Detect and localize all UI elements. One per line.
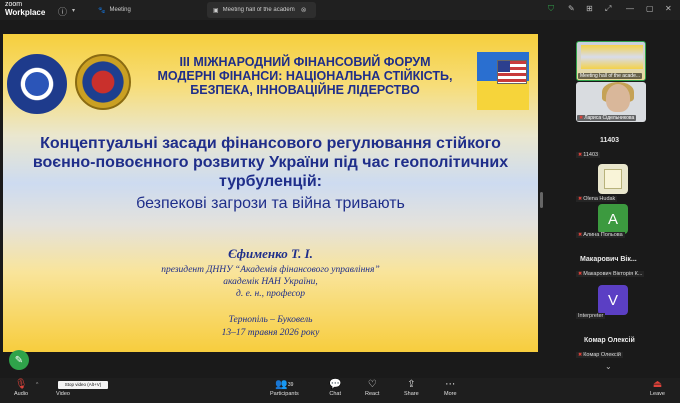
- scroll-down-chevron-icon[interactable]: ⌄: [605, 362, 612, 371]
- info-icon[interactable]: ⓘ: [58, 5, 67, 18]
- author-info-line2: академік НАН України,: [223, 277, 318, 287]
- muted-mic-icon: ✖: [578, 152, 583, 158]
- participant-label: ✖Комар Олексій: [576, 352, 623, 358]
- people-icon: 👥39: [275, 379, 294, 390]
- author-info: президент ДННУ “Академія фінансового упр…: [11, 264, 530, 300]
- academy-emblem-logo: [75, 54, 131, 110]
- presentation-title: Концептуальні засади фінансового регулюв…: [11, 134, 530, 191]
- flags-logo: [477, 52, 529, 110]
- share-label: Share: [404, 391, 419, 397]
- event-place-date: Тернопіль – Буковель 13–17 травня 2026 р…: [11, 314, 530, 340]
- participant-label: ✖Алина Польова: [576, 232, 625, 238]
- muted-mic-icon: 🎙: [14, 379, 28, 390]
- tab-label: Meeting: [109, 7, 131, 13]
- zoom-window: zoom Workplace ⓘ ▾ 🐾 Meeting ▣ Meeting h…: [0, 0, 680, 403]
- react-label: React: [365, 391, 380, 397]
- author-info-line3: д. е. н., професор: [236, 289, 305, 299]
- view-icon[interactable]: ⊞: [586, 4, 593, 13]
- video-thumb-speaker[interactable]: ✖Лариса Сідельникова: [576, 82, 646, 122]
- title-line1: Концептуальні засади фінансового регулюв…: [40, 135, 501, 152]
- shared-screen-slide: ІІІ МІЖНАРОДНИЙ ФІНАНСОВИЙ ФОРУМ МОДЕРНІ…: [3, 34, 538, 352]
- title-line3: турбуленцій:: [218, 173, 322, 190]
- forum-title-line2: МОДЕРНІ ФІНАНСИ: НАЦІОНАЛЬНА СТІЙКІСТЬ,: [157, 69, 453, 83]
- video-thumb-meeting-hall[interactable]: Meeting hall of the acade...: [576, 41, 646, 81]
- leave-label: Leave: [650, 391, 665, 397]
- participant-avatar-image[interactable]: [598, 164, 628, 194]
- close-icon[interactable]: ⊗: [301, 6, 307, 14]
- title-line2: воєнно-повоєнного розвитку України під ч…: [32, 154, 509, 171]
- thumb-label: Meeting hall of the acade...: [578, 73, 643, 79]
- chat-bubble-icon: 💬: [329, 379, 342, 390]
- fullscreen-icon[interactable]: ⤢: [605, 4, 611, 14]
- annotate-pencil-icon[interactable]: ✎: [9, 350, 29, 370]
- participant-name: Макарович Вік...: [580, 256, 637, 263]
- audio-button[interactable]: 🎙 Audio ^: [14, 379, 38, 397]
- chevron-down-icon[interactable]: ▾: [72, 7, 75, 14]
- leave-button[interactable]: ⏏ Leave: [650, 379, 665, 397]
- react-button[interactable]: ♡ React: [365, 379, 379, 397]
- heart-icon: ♡: [367, 379, 377, 390]
- tab-meeting-hall[interactable]: ▣ Meeting hall of the academ ⊗: [207, 2, 316, 18]
- participant-tile-title: 11403: [600, 137, 620, 144]
- paw-icon: 🐾: [98, 7, 106, 14]
- muted-mic-icon: ✖: [578, 271, 583, 277]
- logo-line2: Workplace: [5, 8, 46, 17]
- tab-label: Meeting hall of the academ: [222, 7, 295, 13]
- forum-title-line1: ІІІ МІЖНАРОДНИЙ ФІНАНСОВИЙ ФОРУМ: [179, 55, 431, 69]
- shield-icon[interactable]: ⛉: [548, 4, 554, 14]
- muted-mic-icon: ✖: [578, 232, 583, 238]
- thumb-label: ✖Лариса Сідельникова: [577, 115, 637, 121]
- chat-button[interactable]: 💬 Chat: [329, 379, 341, 397]
- caret-up-icon[interactable]: ^: [36, 382, 38, 388]
- muted-mic-icon: ✖: [578, 352, 583, 358]
- muted-mic-icon: ✖: [578, 196, 583, 202]
- university-seal-logo: [7, 54, 67, 114]
- participant-label: Interpreter: [576, 313, 606, 319]
- audio-label: Audio: [14, 391, 29, 397]
- forum-title-line3: БЕЗПЕКА, ІННОВАЦІЙНЕ ЛІДЕРСТВО: [190, 83, 420, 97]
- ellipsis-icon: ⋯: [445, 379, 456, 390]
- participant-name: Комар Олексій: [584, 337, 635, 344]
- zoom-logo: zoom Workplace: [5, 1, 49, 17]
- title-bar: zoom Workplace ⓘ ▾ 🐾 Meeting ▣ Meeting h…: [0, 0, 680, 20]
- participants-count: 39: [287, 382, 294, 388]
- thumb-name: Лариса Сідельникова: [584, 115, 635, 121]
- close-window-icon[interactable]: ✕: [665, 4, 672, 13]
- participants-gallery-panel: Meeting hall of the acade... ✖Лариса Сід…: [568, 38, 680, 378]
- chat-label: Chat: [329, 391, 342, 397]
- forum-title: ІІІ МІЖНАРОДНИЙ ФІНАНСОВИЙ ФОРУМ МОДЕРНІ…: [135, 55, 475, 97]
- participant-avatar-initial[interactable]: V: [598, 285, 628, 315]
- video-label: Video: [56, 391, 70, 397]
- author-name: Єфименко Т. І.: [228, 246, 313, 261]
- more-button[interactable]: ⋯ More: [444, 379, 457, 397]
- participant-label: ✖Макарович Вікторія К...: [576, 271, 645, 277]
- participants-button[interactable]: 👥39 Participants: [270, 379, 299, 397]
- tab-meeting[interactable]: 🐾 Meeting: [92, 2, 137, 18]
- more-label: More: [444, 391, 457, 397]
- leave-icon: ⏏: [652, 379, 663, 390]
- share-button[interactable]: ⇪ Share: [404, 379, 419, 397]
- participant-label: ✖Olena Hudak: [576, 196, 618, 202]
- settings-icon[interactable]: ✎: [568, 4, 575, 13]
- maximize-icon[interactable]: ▢: [646, 4, 654, 13]
- presentation-subtitle: безпекові загрози та війна тривають: [136, 195, 405, 212]
- event-date: 13–17 травня 2026 року: [221, 328, 320, 338]
- screen-share-icon: ▣: [213, 7, 219, 14]
- participant-avatar-initial[interactable]: A: [598, 204, 628, 234]
- participant-label: ✖11403: [576, 152, 601, 158]
- minimize-icon[interactable]: —: [626, 4, 634, 13]
- event-place: Тернопіль – Буковель: [228, 315, 313, 325]
- muted-mic-icon: ✖: [579, 115, 584, 121]
- author-info-line1: президент ДННУ “Академія фінансового упр…: [161, 265, 380, 275]
- panel-resize-handle[interactable]: [540, 192, 543, 208]
- participants-label: Participants: [270, 391, 299, 397]
- video-tooltip: Stop video (Alt+V): [58, 381, 108, 389]
- share-arrow-icon: ⇪: [407, 379, 416, 390]
